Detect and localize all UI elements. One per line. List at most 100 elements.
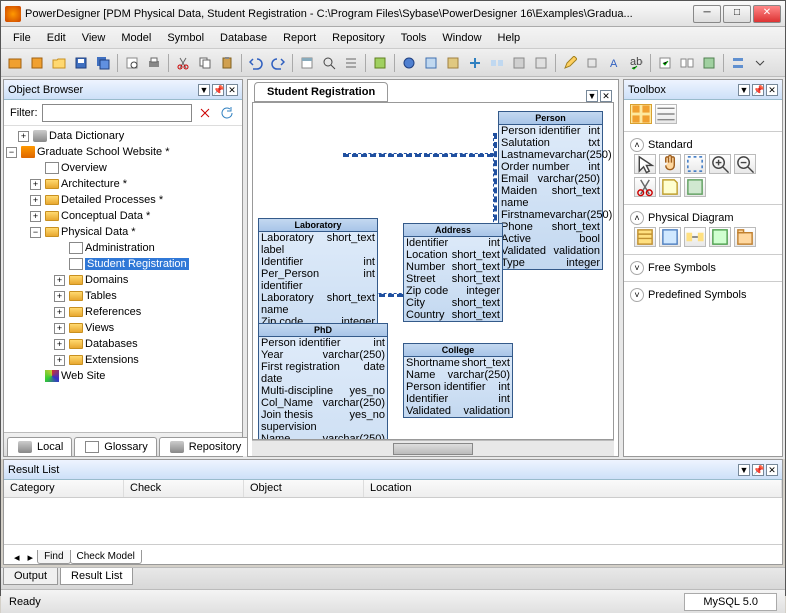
check-out-icon[interactable] [531,53,551,73]
col-category[interactable]: Category [4,480,124,497]
delete-icon[interactable] [634,177,656,197]
menu-edit[interactable]: Edit [39,30,74,46]
tab-repository[interactable]: Repository [159,437,251,456]
reference-icon[interactable] [684,227,706,247]
copy-icon[interactable] [195,53,215,73]
print-icon[interactable] [144,53,164,73]
note-icon[interactable] [659,177,681,197]
paste-icon[interactable] [217,53,237,73]
find-icon[interactable] [319,53,339,73]
compare-icon[interactable] [677,53,697,73]
menu-symbol[interactable]: Symbol [159,30,212,46]
print-preview-icon[interactable] [122,53,142,73]
section-predefined[interactable]: ˅Predefined Symbols [630,286,776,304]
autohide-icon[interactable]: ▼ [738,464,750,476]
zoom-in-icon[interactable] [709,154,731,174]
tab-check-model[interactable]: Check Model [70,550,142,564]
tab-find[interactable]: Find [37,550,70,564]
tree-view[interactable]: +Data Dictionary −Graduate School Websit… [4,126,242,432]
consolidate-icon[interactable] [465,53,485,73]
minimize-button[interactable]: ─ [693,5,721,23]
col-check[interactable]: Check [124,480,244,497]
zoom-out-icon[interactable] [734,154,756,174]
menu-model[interactable]: Model [113,30,159,46]
pointer-icon[interactable] [634,154,656,174]
close-diagram-icon[interactable]: ✕ [600,90,612,102]
grid-small-icon[interactable] [655,104,677,124]
lasso-icon[interactable] [684,154,706,174]
format-icon[interactable] [582,53,602,73]
procedure-icon[interactable] [709,227,731,247]
pin-icon[interactable]: 📌 [212,84,224,96]
package-icon[interactable] [734,227,756,247]
close-button[interactable]: ✕ [753,5,781,23]
expand-icon[interactable]: + [54,339,65,350]
grabber-icon[interactable] [659,154,681,174]
autohide-icon[interactable]: ▼ [198,84,210,96]
menu-help[interactable]: Help [490,30,529,46]
collapse-icon[interactable]: − [30,227,41,238]
menu-file[interactable]: File [5,30,39,46]
pin-icon[interactable]: 📌 [752,84,764,96]
status-database[interactable]: MySQL 5.0 [684,593,777,611]
menu-report[interactable]: Report [275,30,324,46]
save-all-icon[interactable] [93,53,113,73]
expand-icon[interactable]: + [54,355,65,366]
tab-output[interactable]: Output [3,568,58,585]
edit-icon[interactable] [560,53,580,73]
menu-tools[interactable]: Tools [393,30,435,46]
autohide-icon[interactable]: ▼ [738,84,750,96]
text-icon[interactable]: A [604,53,624,73]
pin-icon[interactable]: 📌 [752,464,764,476]
close-panel-icon[interactable]: ✕ [766,464,778,476]
reverse-icon[interactable] [699,53,719,73]
update-icon[interactable] [443,53,463,73]
redo-icon[interactable] [268,53,288,73]
new-project-icon[interactable] [5,53,25,73]
section-free[interactable]: ˅Free Symbols [630,259,776,277]
expand-icon[interactable]: + [54,323,65,334]
generate-icon[interactable] [655,53,675,73]
merge-icon[interactable] [487,53,507,73]
menu-repository[interactable]: Repository [324,30,393,46]
tab-result-list[interactable]: Result List [60,568,133,585]
expand-icon[interactable]: + [54,275,65,286]
new-model-icon[interactable] [27,53,47,73]
expand-icon[interactable]: + [18,131,29,142]
cut-icon[interactable] [173,53,193,73]
close-panel-icon[interactable]: ✕ [226,84,238,96]
undo-icon[interactable] [246,53,266,73]
save-icon[interactable] [71,53,91,73]
browse-icon[interactable] [421,53,441,73]
menu-database[interactable]: Database [212,30,275,46]
tab-local[interactable]: Local [7,437,72,456]
diagram-canvas[interactable]: PersonPerson identifierintSalutationtxtL… [252,102,614,440]
check-in-icon[interactable] [509,53,529,73]
filter-input[interactable] [42,104,192,122]
section-physical[interactable]: ˄Physical Diagram [630,209,776,227]
impact-icon[interactable] [370,53,390,73]
connect-icon[interactable] [399,53,419,73]
tree-student-registration[interactable]: Student Registration [85,258,189,270]
expand-icon[interactable]: + [30,179,41,190]
tab-glossary[interactable]: Glossary [74,437,156,456]
customize-icon[interactable] [728,53,748,73]
clear-filter-icon[interactable] [196,103,214,123]
autohide-icon[interactable]: ▼ [586,90,598,102]
table-icon[interactable] [634,227,656,247]
expand-icon[interactable]: + [54,291,65,302]
menu-view[interactable]: View [74,30,114,46]
entity-address[interactable]: AddressIdentifierintLocationshort_textNu… [403,223,503,322]
expand-icon[interactable]: + [54,307,65,318]
maximize-button[interactable]: □ [723,5,751,23]
expand-icon[interactable]: + [30,211,41,222]
properties-icon[interactable] [297,53,317,73]
open-icon[interactable] [49,53,69,73]
list-icon[interactable] [341,53,361,73]
refresh-icon[interactable] [218,103,236,123]
prev-tab-icon[interactable]: ◂ [10,551,24,564]
section-standard[interactable]: ˄Standard [630,136,776,154]
col-location[interactable]: Location [364,480,782,497]
diagram-tab[interactable]: Student Registration [254,82,388,102]
entity-person[interactable]: PersonPerson identifierintSalutationtxtL… [498,111,603,270]
